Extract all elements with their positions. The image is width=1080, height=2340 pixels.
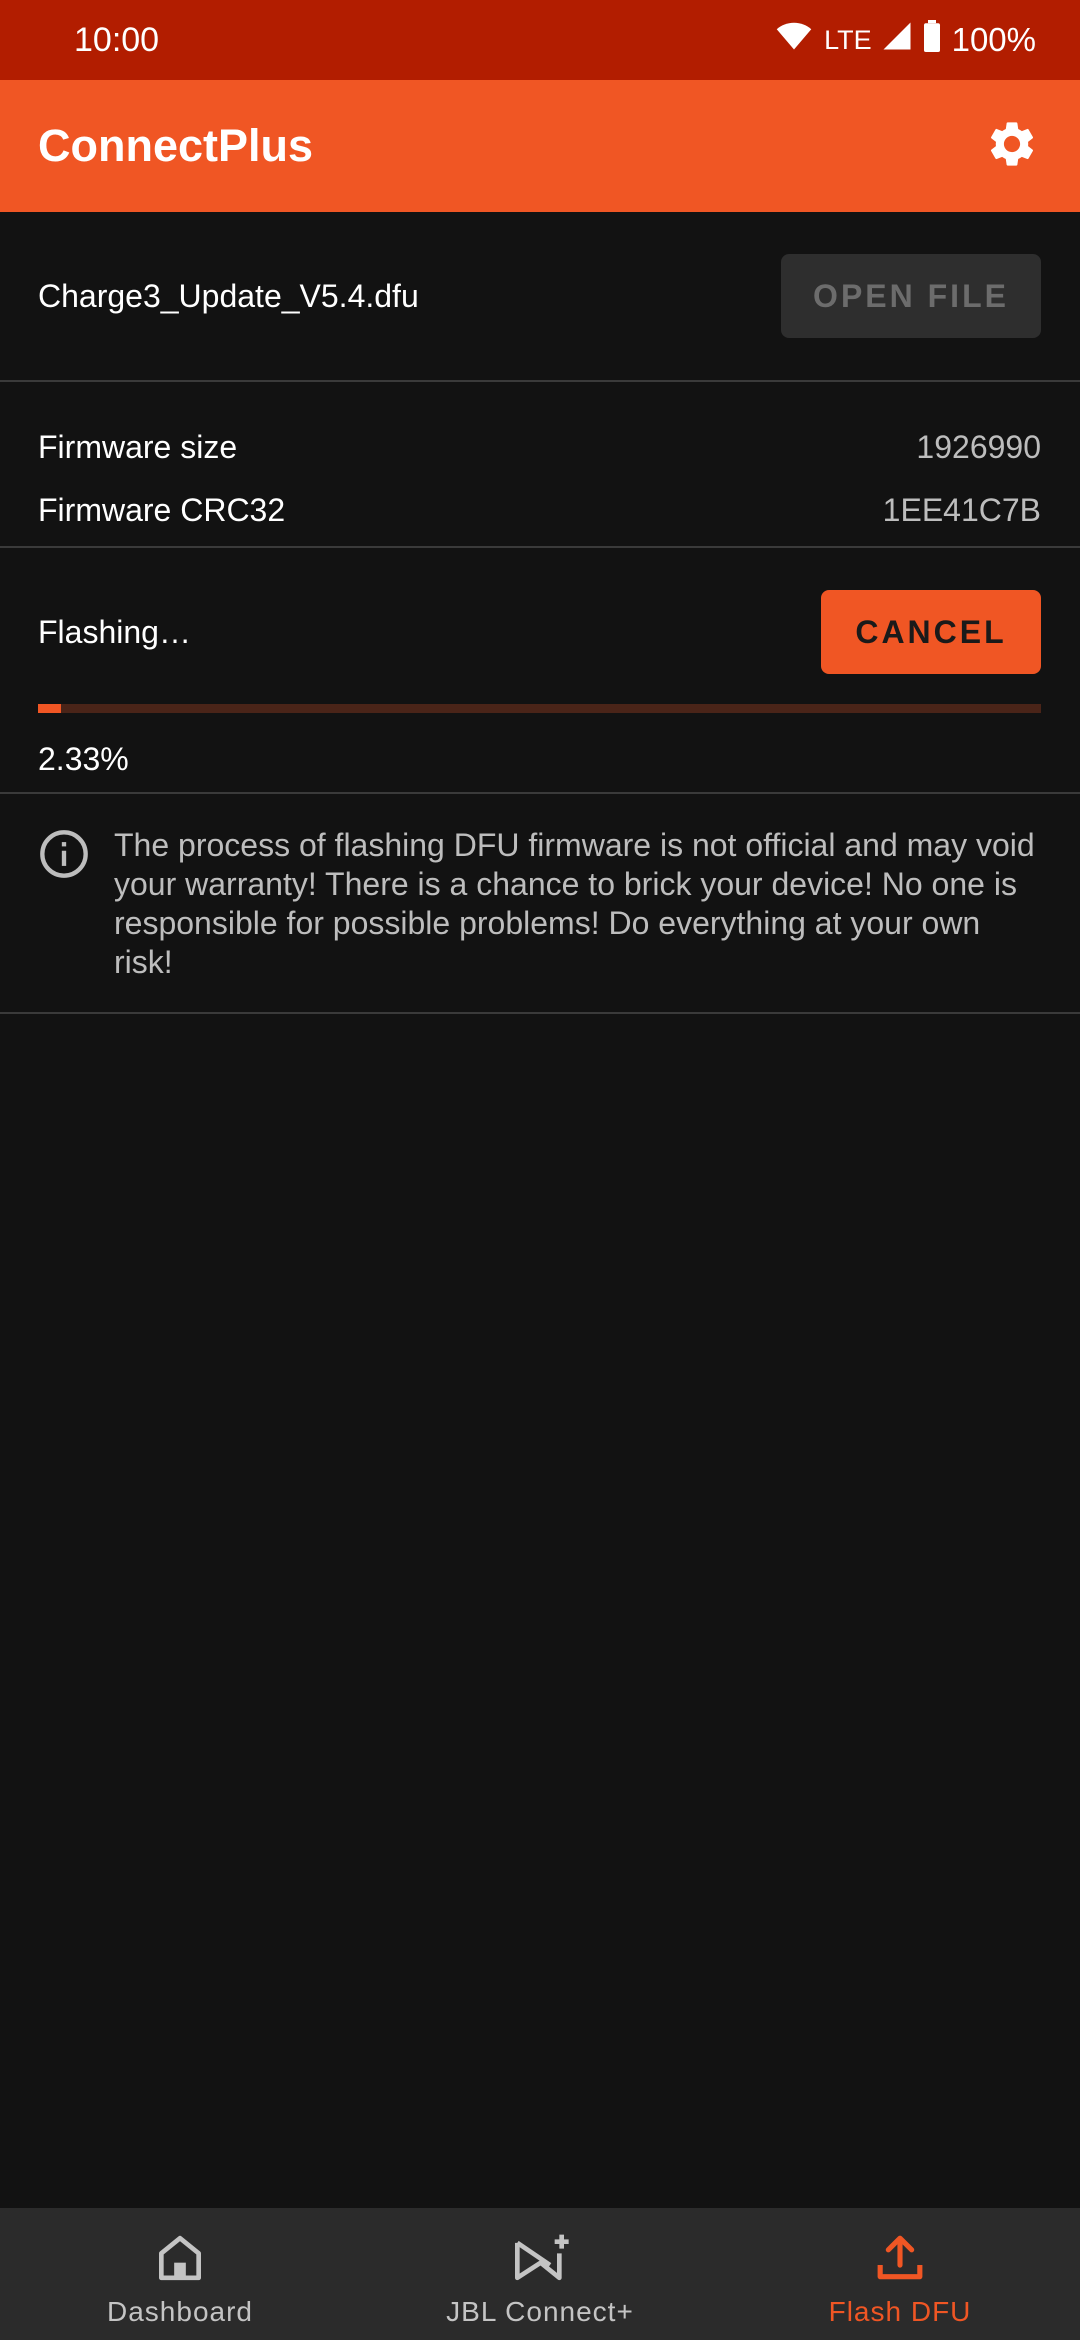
upload-icon [872,2230,928,2286]
status-indicators: LTE 100% [776,20,1036,60]
progress-bar [38,704,1041,713]
nav-jbl-connect-label: JBL Connect+ [446,2296,634,2327]
app-bar: ConnectPlus [0,80,1080,212]
nav-flash-dfu-label: Flash DFU [828,2296,972,2327]
warning-section: The process of flashing DFU firmware is … [0,794,1080,1014]
nav-dashboard-label: Dashboard [107,2296,253,2327]
home-icon [152,2230,208,2286]
settings-button[interactable] [976,110,1048,182]
nav-dashboard[interactable]: Dashboard [0,2208,360,2340]
firmware-size-label: Firmware size [38,429,238,465]
gear-icon [985,117,1039,176]
nav-flash-dfu[interactable]: Flash DFU [720,2208,1080,2340]
nav-jbl-connect[interactable]: JBL Connect+ [360,2208,720,2340]
firmware-size-value: 1926990 [916,429,1041,465]
firmware-crc-label: Firmware CRC32 [38,492,286,528]
firmware-size-row: Firmware size 1926990 [38,416,1041,479]
info-icon [38,828,94,884]
status-bar: 10:00 LTE 100% [0,0,1080,80]
firmware-crc-row: Firmware CRC32 1EE41C7B [38,479,1041,542]
warning-text: The process of flashing DFU firmware is … [114,827,1035,980]
bottom-navigation: Dashboard JBL Connect+ Flash DFU [0,2208,1080,2340]
cancel-button[interactable]: CANCEL [821,590,1041,674]
app-title: ConnectPlus [38,120,314,171]
flash-section: Flashing… CANCEL 2.33% [0,548,1080,794]
network-type: LTE [824,24,872,55]
wifi-icon [776,21,812,59]
battery-percent: 100% [951,21,1036,58]
firmware-info-section: Firmware size 1926990 Firmware CRC32 1EE… [0,382,1080,548]
screen: 10:00 LTE 100% ConnectPlus Charge3_Updat… [0,0,1080,2340]
progress-bar-fill [38,704,62,713]
progress-percent: 2.33% [38,741,129,777]
firmware-crc-value: 1EE41C7B [882,492,1041,528]
flash-status: Flashing… [38,613,191,650]
flash-status-row: Flashing… CANCEL [38,548,1041,704]
signal-icon [882,21,912,59]
battery-icon [922,20,942,60]
open-file-button[interactable]: OPEN FILE [781,254,1041,338]
status-time: 10:00 [74,20,160,59]
file-name: Charge3_Update_V5.4.dfu [38,277,419,314]
connect-icon [512,2230,569,2286]
file-section: Charge3_Update_V5.4.dfu OPEN FILE [0,212,1080,382]
